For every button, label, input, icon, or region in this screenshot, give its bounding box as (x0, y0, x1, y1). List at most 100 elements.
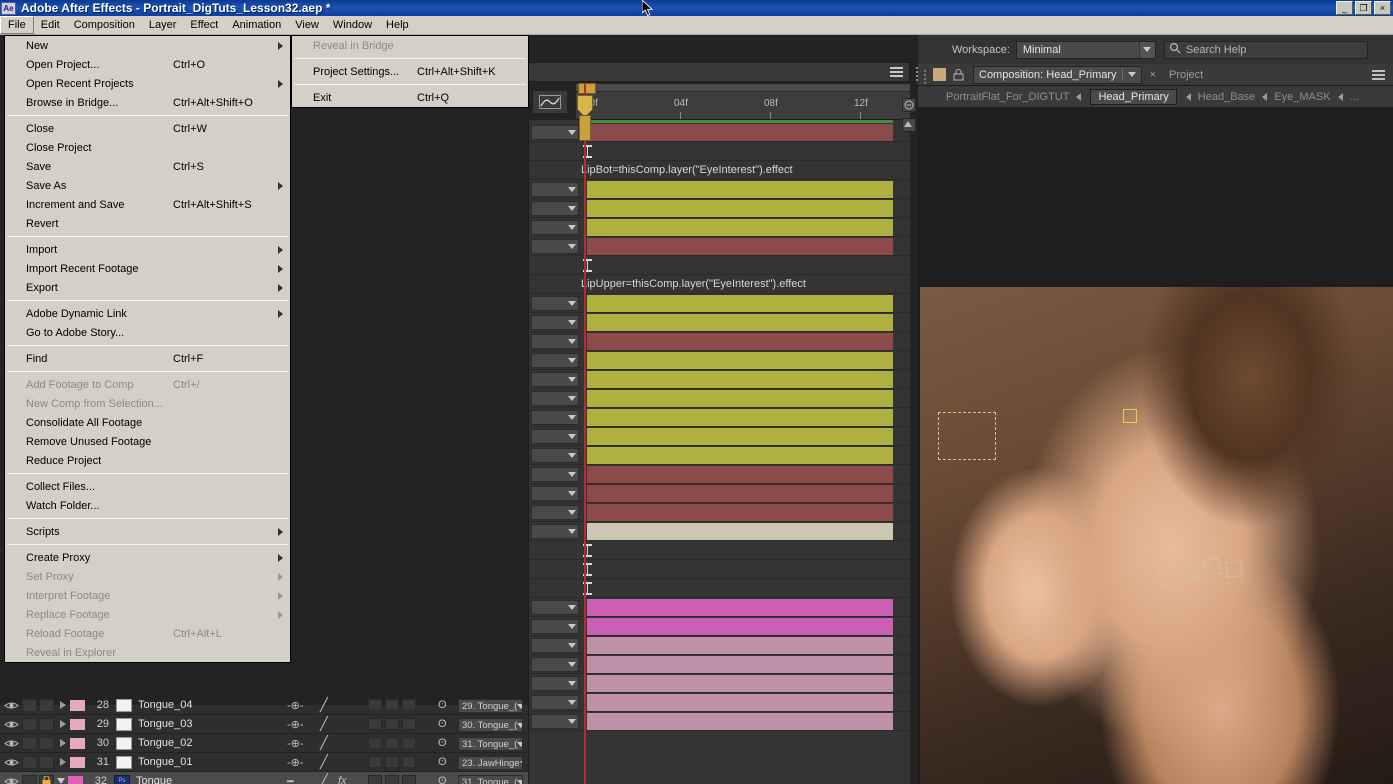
layer-switch-dropdown[interactable] (531, 524, 579, 539)
menu-animation[interactable]: Animation (225, 17, 288, 33)
layer-switch-dropdown[interactable] (531, 334, 579, 349)
lock-icon[interactable] (39, 774, 54, 784)
menu-item-new[interactable]: New (5, 36, 290, 55)
menu-item-consolidate-all-footage[interactable]: Consolidate All Footage (5, 413, 290, 432)
chevron-down-icon[interactable] (568, 700, 576, 705)
chevron-down-icon[interactable] (568, 605, 576, 610)
layer-switch-dropdown[interactable] (531, 448, 579, 463)
eye-icon[interactable] (0, 776, 22, 784)
close-icon[interactable]: × (1150, 69, 1156, 81)
menu-item-reduce-project[interactable]: Reduce Project (5, 451, 290, 470)
chevron-down-icon[interactable] (568, 719, 576, 724)
layer-switch-dropdown[interactable] (531, 296, 579, 311)
layer-color-swatch[interactable] (70, 699, 85, 711)
chevron-down-icon[interactable] (517, 741, 522, 747)
work-area-start-handle[interactable] (578, 83, 596, 94)
menu-item-find[interactable]: Find Ctrl+F (5, 349, 290, 368)
chevron-down-icon[interactable] (568, 396, 576, 401)
twirl-arrow-icon[interactable] (56, 720, 70, 728)
parent-pickwhip-icon[interactable]: ʘ (438, 699, 447, 711)
layer-duration-bar[interactable] (587, 447, 893, 464)
time-ruler[interactable]: 00f04f08f12f (576, 83, 910, 120)
parent-pickwhip-icon[interactable]: ʘ (438, 756, 447, 768)
menu-item-adobe-dynamic-link[interactable]: Adobe Dynamic Link (5, 304, 290, 323)
chevron-down-icon[interactable] (568, 244, 576, 249)
layer-switch-dropdown[interactable] (531, 239, 579, 254)
layer-duration-bar[interactable] (587, 618, 893, 635)
chevron-down-icon[interactable] (517, 779, 522, 784)
twirl-arrow-icon[interactable] (54, 778, 68, 784)
menu-item-close[interactable]: Close Ctrl+W (5, 119, 290, 138)
layer-duration-bar[interactable] (587, 409, 893, 426)
transform-switch-icon[interactable]: -⊕- (287, 699, 304, 712)
selection-box[interactable] (1225, 560, 1243, 578)
layer-switch-box[interactable] (385, 718, 399, 730)
menu-layer[interactable]: Layer (142, 17, 184, 33)
menu-item-watch-folder[interactable]: Watch Folder... (5, 496, 290, 515)
layer-duration-bar[interactable] (587, 219, 893, 236)
chevron-down-icon[interactable] (568, 453, 576, 458)
chevron-down-icon[interactable] (568, 187, 576, 192)
parent-select[interactable]: 29. Tongue_( (458, 699, 523, 713)
tab-project[interactable]: Project (1169, 69, 1203, 81)
anchor-point-marker[interactable] (1123, 409, 1137, 423)
transform-switch-icon[interactable]: -⊕- (287, 718, 304, 731)
parent-pickwhip-icon[interactable]: ʘ (438, 718, 447, 730)
menu-composition[interactable]: Composition (67, 17, 142, 33)
chevron-down-icon[interactable] (568, 358, 576, 363)
layer-name[interactable]: Tongue_03 (138, 718, 192, 730)
solo-toggle[interactable] (39, 755, 54, 769)
chevron-down-icon[interactable] (568, 434, 576, 439)
chevron-down-icon[interactable] (568, 681, 576, 686)
chevron-down-icon[interactable] (568, 206, 576, 211)
chevron-down-icon[interactable] (568, 415, 576, 420)
layer-switch-dropdown[interactable] (531, 600, 579, 615)
chevron-down-icon[interactable] (568, 320, 576, 325)
parent-select[interactable]: 30. Tongue_( (458, 718, 523, 732)
layer-switch-box[interactable] (402, 775, 416, 784)
menu-edit[interactable]: Edit (34, 17, 67, 33)
transform-switch-icon[interactable]: -⊕- (287, 737, 304, 750)
audio-toggle[interactable] (22, 717, 37, 731)
chevron-down-icon[interactable] (1127, 72, 1136, 77)
selection-box[interactable] (1158, 567, 1178, 587)
transform-switch-icon[interactable]: -⊕- (287, 756, 304, 769)
layer-switch-box[interactable] (402, 718, 416, 730)
menu-item-import[interactable]: Import (5, 240, 290, 259)
solo-toggle[interactable] (39, 736, 54, 750)
lock-icon[interactable] (951, 68, 965, 82)
breadcrumb-item[interactable]: ... (1350, 91, 1359, 103)
layer-switch-dropdown[interactable] (531, 410, 579, 425)
layer-switch-dropdown[interactable] (531, 353, 579, 368)
parent-select[interactable]: 23. JawHinge (458, 756, 523, 770)
layer-duration-bar[interactable] (587, 314, 893, 331)
eye-icon[interactable] (0, 700, 22, 711)
layer-switch-dropdown[interactable] (531, 657, 579, 672)
transform-switch-icon[interactable]: ━ (287, 775, 294, 784)
layer-duration-bar[interactable] (587, 124, 893, 141)
breadcrumb-item[interactable]: Eye_MASK (1274, 91, 1330, 103)
layer-duration-bar[interactable] (587, 466, 893, 483)
layer-duration-bar[interactable] (587, 238, 893, 255)
chevron-down-icon[interactable] (517, 703, 522, 709)
chevron-down-icon[interactable] (568, 472, 576, 477)
breadcrumb[interactable]: PortraitFlat_For_DIGTUT Head_Primary Head_… (918, 86, 1393, 108)
layer-color-swatch[interactable] (70, 756, 85, 768)
minimize-button[interactable]: _ (1336, 1, 1353, 15)
chevron-down-icon[interactable] (568, 301, 576, 306)
layer-switch-dropdown[interactable] (531, 695, 579, 710)
layer-switch-dropdown[interactable] (531, 676, 579, 691)
table-row[interactable]: 31 Tongue_01 -⊕- ╱ ʘ 23. JawHinge (0, 753, 528, 772)
menu-help[interactable]: Help (379, 17, 416, 33)
composition-canvas[interactable] (920, 287, 1393, 784)
expression-text[interactable]: LipBot=thisComp.layer("EyeInterest").eff… (581, 164, 793, 176)
selection-box[interactable] (1181, 561, 1201, 581)
layer-color-swatch[interactable] (70, 718, 85, 730)
layer-switch-dropdown[interactable] (531, 619, 579, 634)
layer-duration-bar[interactable] (587, 637, 893, 654)
audio-toggle[interactable] (22, 698, 37, 712)
chevron-down-icon[interactable] (568, 377, 576, 382)
layer-switch-dropdown[interactable] (531, 429, 579, 444)
layer-switch-dropdown[interactable] (531, 638, 579, 653)
chevron-down-icon[interactable] (568, 624, 576, 629)
